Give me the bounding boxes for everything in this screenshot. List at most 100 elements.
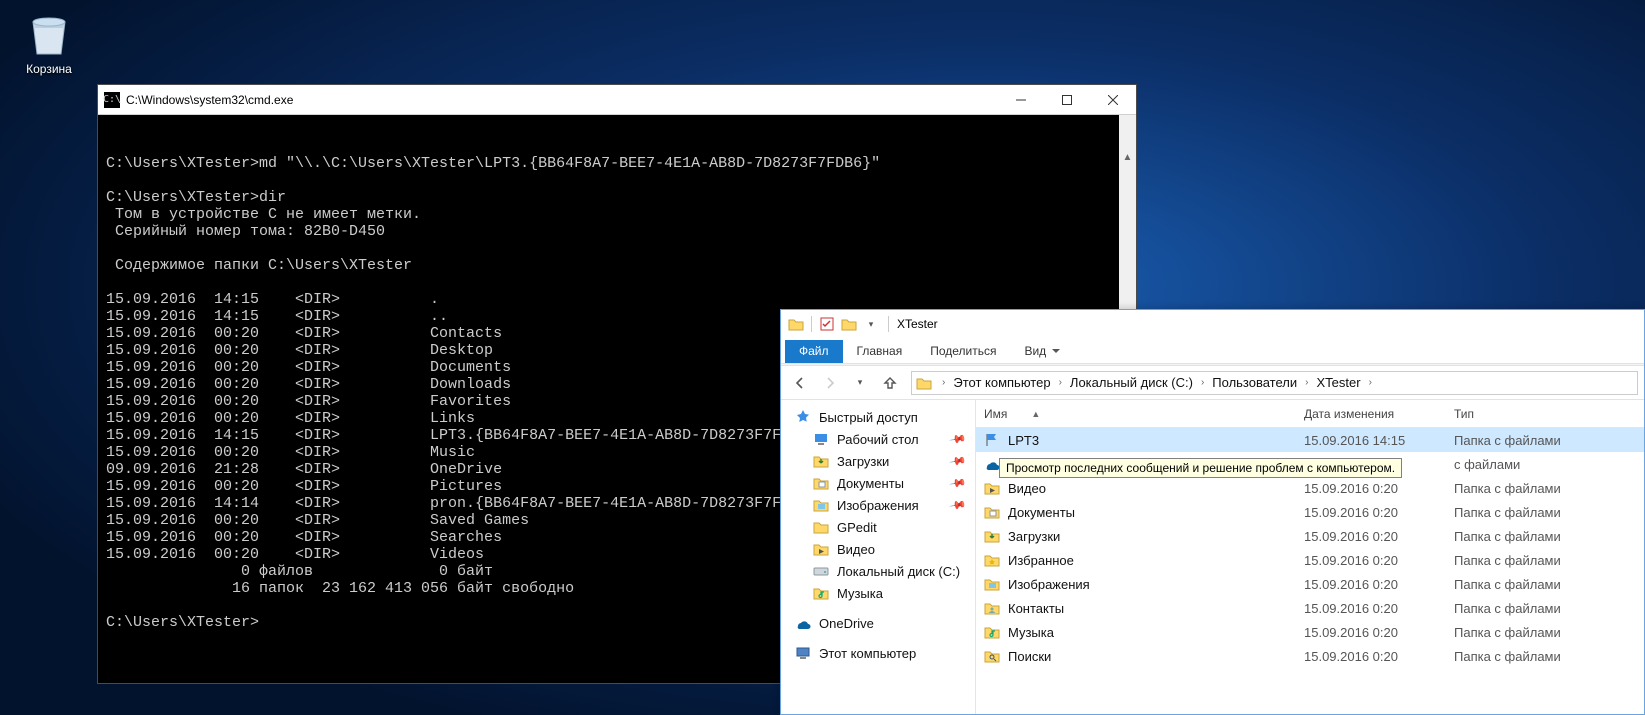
file-date: 15.09.2016 0:20 [1304, 553, 1454, 568]
downloads-icon [813, 453, 829, 469]
crumb-this-pc[interactable]: Этот компьютер [949, 375, 1054, 390]
file-row[interactable]: Избранное15.09.2016 0:20Папка с файлами [976, 548, 1644, 572]
video-icon [984, 480, 1000, 496]
pin-icon: 📌 [949, 430, 968, 449]
nav-item-video[interactable]: Видео [781, 538, 975, 560]
maximize-button[interactable] [1044, 85, 1090, 114]
file-row[interactable]: LPT3 15.09.2016 14:15Папка с файлами [976, 428, 1644, 452]
crumb-users[interactable]: Пользователи [1208, 375, 1301, 390]
nav-quick-access[interactable]: Быстрый доступ [781, 406, 975, 428]
nav-item-music[interactable]: Музыка [781, 582, 975, 604]
file-name: Загрузки [1008, 529, 1060, 544]
nav-item-label: Локальный диск (C:) [837, 564, 960, 579]
file-row[interactable]: Видео15.09.2016 0:20Папка с файлами [976, 476, 1644, 500]
chevron-right-icon[interactable]: › [1197, 377, 1208, 388]
explorer-title: XTester [891, 317, 938, 331]
chevron-right-icon[interactable]: › [938, 377, 949, 388]
tab-share[interactable]: Поделиться [916, 340, 1010, 363]
file-name: Видео [1008, 481, 1046, 496]
chevron-right-icon[interactable]: › [1055, 377, 1066, 388]
qat-properties-icon[interactable] [818, 313, 836, 335]
crumb-xtester[interactable]: XTester [1312, 375, 1364, 390]
pin-icon: 📌 [949, 452, 968, 471]
star-icon [795, 409, 811, 425]
minimize-button[interactable] [998, 85, 1044, 114]
nav-up-button[interactable] [877, 370, 903, 396]
file-name: Поиски [1008, 649, 1051, 664]
file-date: 15.09.2016 0:20 [1304, 529, 1454, 544]
file-type: с файлами [1454, 457, 1644, 472]
nav-item-label: Загрузки [837, 454, 889, 469]
file-date: 15.09.2016 0:20 [1304, 505, 1454, 520]
file-row[interactable]: Изображения15.09.2016 0:20Папка с файлам… [976, 572, 1644, 596]
nav-this-pc[interactable]: Этот компьютер [781, 642, 975, 664]
nav-onedrive[interactable]: OneDrive [781, 612, 975, 634]
chevron-right-icon[interactable]: › [1365, 377, 1376, 388]
nav-item-label: Документы [837, 476, 904, 491]
pictures-icon [813, 497, 829, 513]
nav-item-downloads[interactable]: Загрузки 📌 [781, 450, 975, 472]
file-row[interactable]: Музыка15.09.2016 0:20Папка с файлами [976, 620, 1644, 644]
chevron-right-icon[interactable]: › [1301, 377, 1312, 388]
contacts-icon [984, 600, 1000, 616]
music-icon [813, 585, 829, 601]
computer-icon [795, 645, 811, 661]
file-name: Музыка [1008, 625, 1054, 640]
nav-item-label: GPedit [837, 520, 877, 535]
search-icon [984, 648, 1000, 664]
pin-icon: 📌 [949, 496, 968, 515]
file-row[interactable]: Контакты 15.09.2016 0:20Папка с файлами [976, 596, 1644, 620]
documents-icon [984, 504, 1000, 520]
explorer-folder-icon [787, 313, 805, 335]
scroll-up-arrow[interactable]: ▲ [1119, 149, 1136, 166]
cmd-titlebar[interactable]: C:\ C:\Windows\system32\cmd.exe [98, 85, 1136, 115]
nav-item-desktop[interactable]: Рабочий стол📌 [781, 428, 975, 450]
recycle-bin-label: Корзина [26, 62, 72, 76]
sort-asc-icon: ▲ [1031, 409, 1040, 419]
flag-icon [984, 432, 1000, 448]
nav-item-pictures[interactable]: Изображения📌 [781, 494, 975, 516]
nav-forward-button[interactable] [817, 370, 843, 396]
tab-file[interactable]: Файл [785, 340, 843, 363]
nav-item-documents[interactable]: Документы📌 [781, 472, 975, 494]
column-name[interactable]: Имя ▲ [984, 407, 1304, 421]
drive-icon [813, 563, 829, 579]
file-type: Папка с файлами [1454, 577, 1644, 592]
qat-newfolder-icon[interactable] [840, 313, 858, 335]
nav-item-drive[interactable]: Локальный диск (C:) [781, 560, 975, 582]
file-type: Папка с файлами [1454, 433, 1644, 448]
recycle-bin[interactable]: Корзина [14, 10, 84, 76]
file-name: Документы [1008, 505, 1075, 520]
video-icon [813, 541, 829, 557]
column-type[interactable]: Тип [1454, 407, 1644, 421]
qat-dropdown-icon[interactable]: ▾ [862, 313, 880, 335]
file-date: 15.09.2016 14:15 [1304, 433, 1454, 448]
file-name: Контакты [1008, 601, 1064, 616]
file-row[interactable]: Поиски15.09.2016 0:20Папка с файлами [976, 644, 1644, 668]
file-date: 15.09.2016 0:20 [1304, 601, 1454, 616]
tab-home[interactable]: Главная [843, 340, 917, 363]
recycle-bin-icon [25, 10, 73, 58]
crumb-drive-c[interactable]: Локальный диск (C:) [1066, 375, 1197, 390]
cmd-title: C:\Windows\system32\cmd.exe [126, 93, 998, 107]
nav-history-button[interactable]: ▾ [847, 370, 873, 396]
file-row[interactable]: Загрузки 15.09.2016 0:20Папка с файлами [976, 524, 1644, 548]
nav-back-button[interactable] [787, 370, 813, 396]
explorer-nav-pane: Быстрый доступ Рабочий стол📌Загрузки📌Док… [781, 400, 976, 714]
explorer-titlebar[interactable]: ▾ XTester [781, 310, 1644, 338]
cmd-icon: C:\ [104, 92, 120, 108]
file-name: LPT3 [1008, 433, 1039, 448]
nav-item-folder[interactable]: GPedit [781, 516, 975, 538]
file-type: Папка с файлами [1454, 649, 1644, 664]
favorites-icon [984, 552, 1000, 568]
file-row[interactable]: Документы 15.09.2016 0:20Папка с файлами [976, 500, 1644, 524]
close-button[interactable] [1090, 85, 1136, 114]
list-header: Имя ▲ Дата изменения Тип [976, 400, 1644, 428]
breadcrumb[interactable]: › Этот компьютер › Локальный диск (C:) ›… [911, 371, 1638, 395]
file-name: Изображения [1008, 577, 1090, 592]
file-type: Папка с файлами [1454, 529, 1644, 544]
column-date[interactable]: Дата изменения [1304, 407, 1454, 421]
tab-view[interactable]: Вид [1010, 340, 1074, 363]
file-type: Папка с файлами [1454, 505, 1644, 520]
file-type: Папка с файлами [1454, 601, 1644, 616]
